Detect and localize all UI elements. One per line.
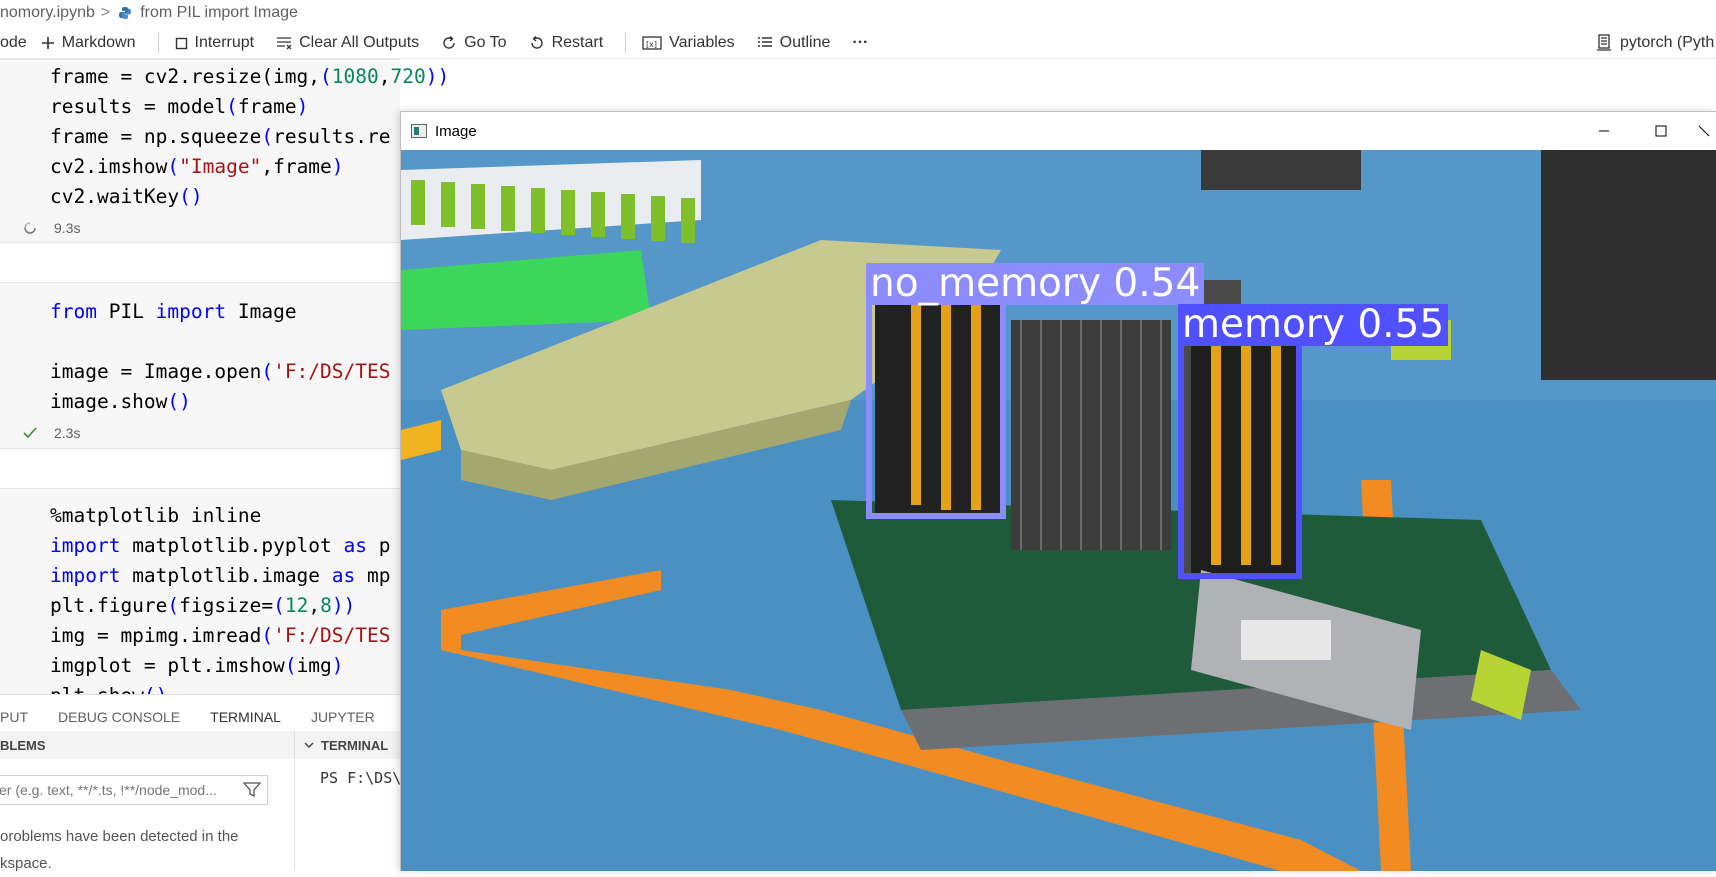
stop-icon [175,37,187,49]
filter-icon[interactable] [243,782,261,798]
tab-output[interactable]: PUT [0,709,28,732]
more-actions-icon: ··· [852,34,869,51]
problems-message-line: oroblems have been detected in the [0,828,239,845]
go-to-icon [443,35,455,49]
kernel-icon [1597,34,1611,51]
toolbar-divider [157,33,159,53]
problems-message: oroblems have been detected in the kspac… [0,823,270,877]
clear-all-outputs-label: Clear All Outputs [299,34,420,51]
cell-status: 2.3s [22,425,80,441]
problems-message-line: kspace. [0,855,52,872]
image-window[interactable]: Image no_memory 0.54 memory 0.55 [400,111,1716,871]
plus-icon [41,37,54,49]
minimize-icon [1599,130,1609,132]
python-icon [119,7,132,19]
panel-tabs: PUT DEBUG CONSOLE TERMINAL JUPYTER [0,709,405,732]
restart-label: Restart [551,34,604,51]
cell-exec-time: 2.3s [54,425,81,441]
problems-header[interactable]: BLEMS [0,731,294,759]
cell-code[interactable]: %matplotlib inline import matplotlib.pyp… [0,489,400,695]
minimize-button[interactable] [1581,112,1627,150]
cell-code[interactable]: from PIL import Image image = Image.open… [0,283,400,417]
tab-jupyter[interactable]: JUPYTER [311,709,375,732]
terminal-header-label: TERMINAL [321,737,389,753]
code-cell[interactable]: from PIL import Image image = Image.open… [0,282,400,449]
terminal-output[interactable]: PS F:\DS\ [320,769,401,787]
outline-label: Outline [779,34,831,51]
panel-divider[interactable] [294,759,295,871]
code-button[interactable]: ode [0,34,27,52]
bottom-panel: PUT DEBUG CONSOLE TERMINAL JUPYTER BLEMS… [0,694,401,872]
more-actions-button[interactable]: ··· [852,34,868,52]
cell-status: 9.3s [22,220,80,236]
spinner-icon [24,222,36,234]
interrupt-label: Interrupt [194,34,255,51]
app-icon [411,124,427,138]
notebook-toolbar: ode Markdown Interrupt Clear All Outputs… [0,28,1716,58]
restart-icon [530,35,543,49]
go-to-button[interactable]: Go To [441,34,507,52]
breadcrumb: nomory.ipynb > from PIL import Image [0,0,298,26]
problems-filter-input[interactable]: er (e.g. text, **/*.ts, !**/node_mod... [0,775,268,805]
tab-debug-console[interactable]: DEBUG CONSOLE [58,709,180,732]
maximize-button[interactable] [1638,112,1684,150]
code-cell[interactable]: %matplotlib inline import matplotlib.pyp… [0,488,400,696]
kernel-picker[interactable]: pytorch (Pyth [1596,28,1714,58]
image-window-titlebar[interactable]: Image [401,112,1716,150]
svg-text:[x]: [x] [646,40,657,49]
detection-image: no_memory 0.54 memory 0.55 [401,150,1716,871]
breadcrumb-file[interactable]: nomory.ipynb [0,4,95,22]
terminal-header[interactable]: TERMINAL [294,731,401,759]
variables-icon: [x] [642,36,662,50]
clear-all-icon [277,37,292,50]
tab-terminal[interactable]: TERMINAL [210,709,281,732]
breadcrumb-cell[interactable]: from PIL import Image [140,4,298,22]
memory-detection-label: memory 0.55 [1178,304,1449,346]
image-window-title: Image [435,122,477,140]
no-memory-detection-label: no_memory 0.54 [866,263,1205,305]
code-button-label: ode [0,34,27,51]
restart-button[interactable]: Restart [529,34,604,52]
outline-icon [757,37,772,47]
kernel-label: pytorch (Pyth [1620,34,1715,51]
chevron-down-icon [304,742,314,749]
breadcrumb-separator: > [100,4,111,21]
close-button[interactable] [1691,112,1716,150]
code-cell[interactable]: frame = cv2.resize(img,(1080,720)) resul… [0,59,449,243]
clear-all-outputs-button[interactable]: Clear All Outputs [276,34,419,52]
cell-code[interactable]: frame = cv2.resize(img,(1080,720)) resul… [0,60,449,212]
toolbar-divider [625,33,627,53]
checkmark-icon [23,427,37,439]
detection-photo [401,150,1716,871]
variables-label: Variables [669,34,735,51]
add-markdown-button[interactable]: Markdown [41,34,136,52]
variables-button[interactable]: [x] Variables [642,34,735,52]
cell-exec-time: 9.3s [54,220,81,236]
problems-header-label: BLEMS [0,737,46,753]
interrupt-button[interactable]: Interrupt [175,34,255,52]
go-to-label: Go To [464,34,507,51]
close-icon [1698,125,1710,137]
markdown-label: Markdown [61,34,136,51]
outline-button[interactable]: Outline [757,34,831,52]
maximize-icon [1655,125,1667,137]
filter-placeholder: er (e.g. text, **/*.ts, !**/node_mod... [0,782,217,798]
